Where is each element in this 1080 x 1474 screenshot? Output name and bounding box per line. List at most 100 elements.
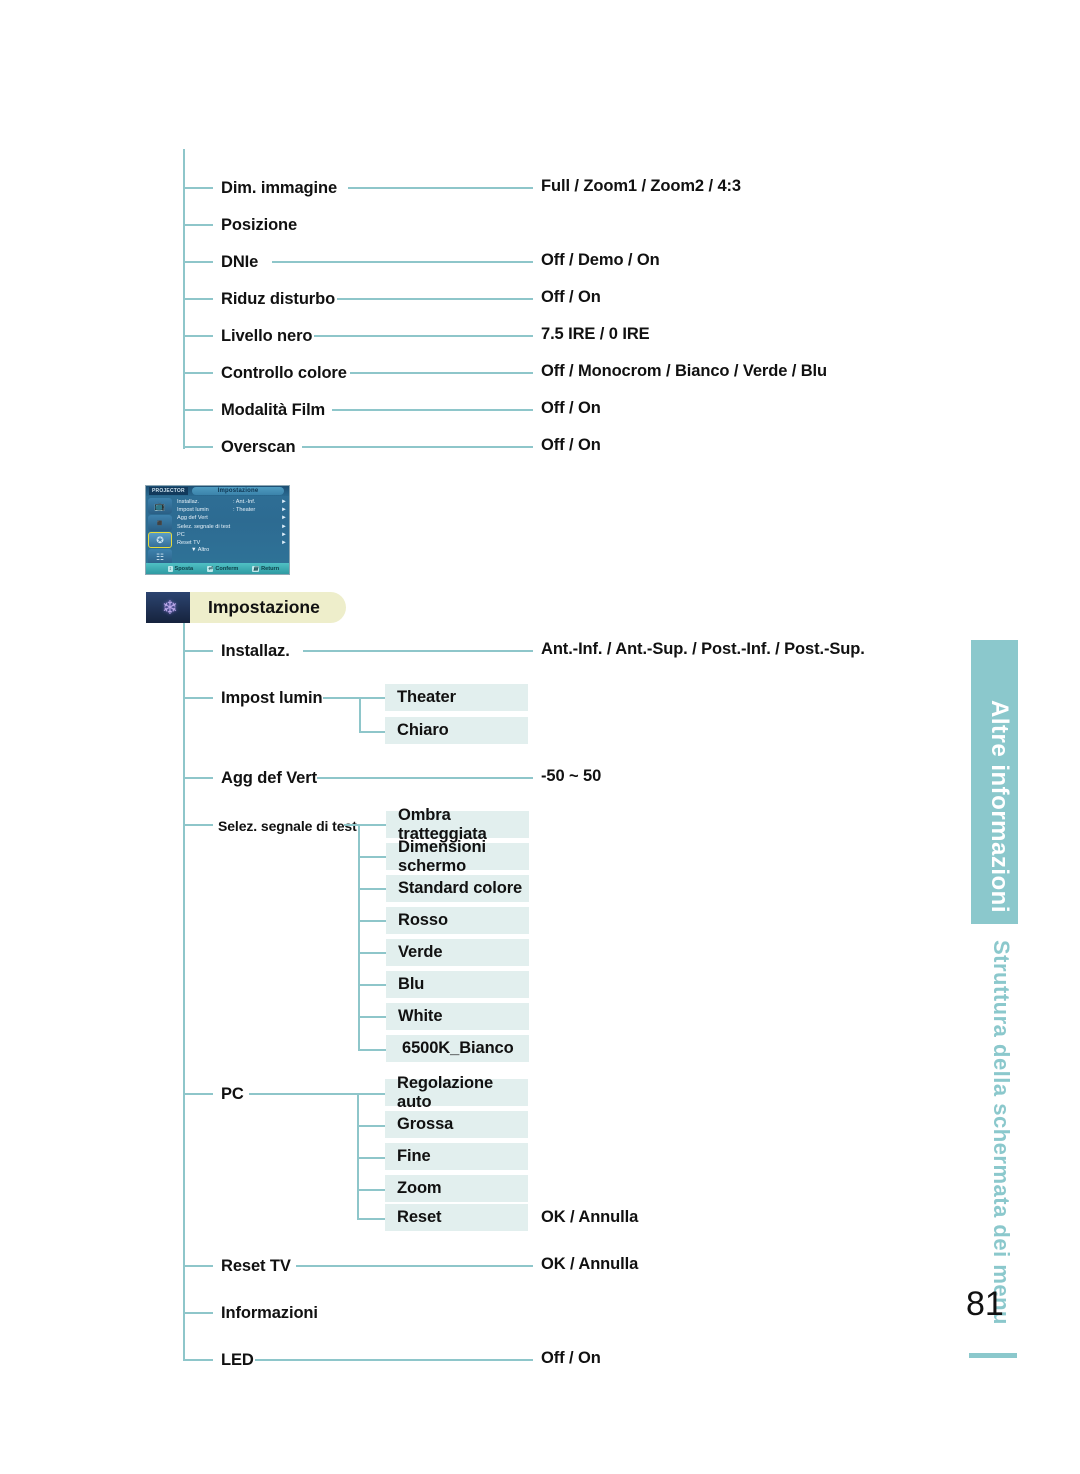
row-posizione: Posizione	[221, 212, 297, 238]
tree-branch	[359, 731, 385, 733]
row-value: Off / On	[541, 288, 601, 306]
osd-row[interactable]: Agg def Vert ►	[177, 514, 287, 522]
chip-label: Fine	[397, 1147, 431, 1165]
row-informazioni: Informazioni	[221, 1300, 318, 1326]
osd-row[interactable]: Installaz. : Ant.-Inf. ►	[177, 498, 287, 506]
tree-leader	[332, 409, 533, 411]
chip-label: Reset	[397, 1208, 442, 1226]
osd-footer: ↕ Sposta ⏎ Conferm ▤ Return	[146, 563, 289, 574]
tree-branch	[357, 1093, 385, 1095]
chip-label: Rosso	[398, 911, 448, 929]
row-label: LED	[221, 1350, 254, 1369]
tree-branch	[183, 1265, 213, 1267]
chip-label: Verde	[398, 943, 443, 961]
tree-branch	[183, 409, 213, 411]
row-value: Off / Demo / On	[541, 251, 660, 269]
osd-row-name: Installaz.	[177, 499, 200, 506]
tree-branch	[183, 446, 213, 448]
tree-branch	[183, 1359, 213, 1361]
chip-ombra-tratteggiata: Ombra tratteggiata	[386, 806, 529, 843]
tree-branch	[183, 372, 213, 374]
chip-6500k-bianco: 6500K_Bianco	[386, 1035, 529, 1062]
chip-rosso: Rosso	[386, 907, 529, 934]
chip-label: Grossa	[397, 1115, 454, 1133]
section-rail-label: Struttura della schermata dei menu	[989, 940, 1014, 1325]
chip-label: Dimensioni schermo	[398, 837, 486, 875]
manual-page: Dim. immagine Full / Zoom1 / Zoom2 / 4:3…	[0, 0, 1080, 1474]
row-value: OK / Annulla	[541, 1208, 639, 1226]
row-label: Installaz.	[221, 641, 290, 660]
row-label: PC	[221, 1084, 244, 1103]
tree-leader	[303, 650, 533, 652]
tree-leader	[350, 372, 533, 374]
chip-label: Zoom	[397, 1179, 442, 1197]
tree-branch	[357, 1189, 385, 1191]
chevron-right-icon: ►	[281, 540, 287, 547]
setup-icon: ❄	[146, 592, 190, 623]
chip-theater: Theater	[385, 684, 528, 711]
osd-row-name: PC	[177, 531, 185, 538]
tree-leader	[272, 261, 533, 263]
tree-branch	[183, 224, 213, 226]
chip-regolazione-auto: Regolazione auto	[385, 1074, 528, 1111]
tree-leader	[323, 697, 359, 699]
tree-branch	[183, 335, 213, 337]
row-value: Off / On	[541, 436, 601, 454]
row-label: Agg def Vert	[221, 768, 317, 787]
osd-row[interactable]: PC ►	[177, 531, 287, 539]
tree-branch	[358, 824, 386, 826]
row-controllo-colore: Controllo colore	[221, 360, 347, 386]
chevron-right-icon: ►	[281, 531, 287, 538]
tree-leader	[296, 1265, 533, 1267]
tree-branch	[358, 1016, 386, 1018]
row-value: -50 ~ 50	[541, 767, 602, 785]
osd-screenshot: PROJECTOR Impostazione 📺 ◾ ✪ ☷ Installaz…	[145, 485, 290, 575]
osd-picture-icon[interactable]: ◾	[148, 515, 172, 531]
osd-input-icon[interactable]: 📺	[148, 498, 172, 514]
chip-label: Chiaro	[397, 721, 449, 739]
row-value: Full / Zoom1 / Zoom2 / 4:3	[541, 177, 742, 195]
chip-blu: Blu	[386, 971, 529, 998]
row-label: Reset TV	[221, 1256, 291, 1275]
chip-verde: Verde	[386, 939, 529, 966]
row-value: OK / Annulla	[541, 1255, 639, 1273]
tree-branch	[183, 1093, 213, 1095]
row-label: Controllo colore	[221, 363, 347, 382]
osd-title: Impostazione	[192, 487, 284, 495]
tree-leader	[348, 187, 533, 189]
updown-key-icon: ↕	[168, 565, 173, 572]
row-value: 7.5 IRE / 0 IRE	[541, 325, 650, 343]
row-led: LED	[221, 1347, 254, 1373]
chip-chiaro: Chiaro	[385, 717, 528, 744]
row-pc: PC	[221, 1081, 244, 1107]
tree-branch	[358, 1049, 386, 1051]
tree-leader	[314, 335, 533, 337]
row-label: Livello nero	[221, 326, 313, 345]
row-selez-segnale-di-test: Selez. segnale di test	[218, 813, 357, 839]
osd-row[interactable]: Selez. segnale di test ►	[177, 523, 287, 531]
chip-zoom: Zoom	[385, 1175, 528, 1202]
impost-lumin-subspine	[359, 697, 361, 733]
tree-branch	[358, 984, 386, 986]
osd-row-value: : Theater	[233, 507, 256, 514]
row-label: Overscan	[221, 437, 296, 456]
row-dnie: DNIe	[221, 249, 258, 275]
chip-white: White	[386, 1003, 529, 1030]
osd-more-label[interactable]: ▼ Altro	[177, 547, 287, 553]
enter-key-icon: ⏎	[207, 565, 214, 572]
row-label: Impost lumin	[221, 688, 323, 707]
osd-setup-icon[interactable]: ✪	[148, 532, 172, 548]
osd-row[interactable]: Reset TV ►	[177, 539, 287, 547]
row-livello-nero: Livello nero	[221, 323, 313, 349]
osd-row-value: : Ant.-Inf.	[233, 499, 256, 506]
osd-row[interactable]: Impost lumin : Theater ►	[177, 506, 287, 514]
section-badge-impostazione: ❄ Impostazione	[146, 592, 346, 623]
osd-icon-column: 📺 ◾ ✪ ☷	[148, 498, 174, 565]
tree-branch	[357, 1125, 385, 1127]
tree-branch	[183, 650, 213, 652]
tree-leader	[249, 1093, 359, 1095]
chip-reset: Reset	[385, 1204, 528, 1231]
osd-row-name: Selez. segnale di test	[177, 523, 231, 530]
tree-leader	[302, 446, 533, 448]
tree-branch	[183, 697, 213, 699]
